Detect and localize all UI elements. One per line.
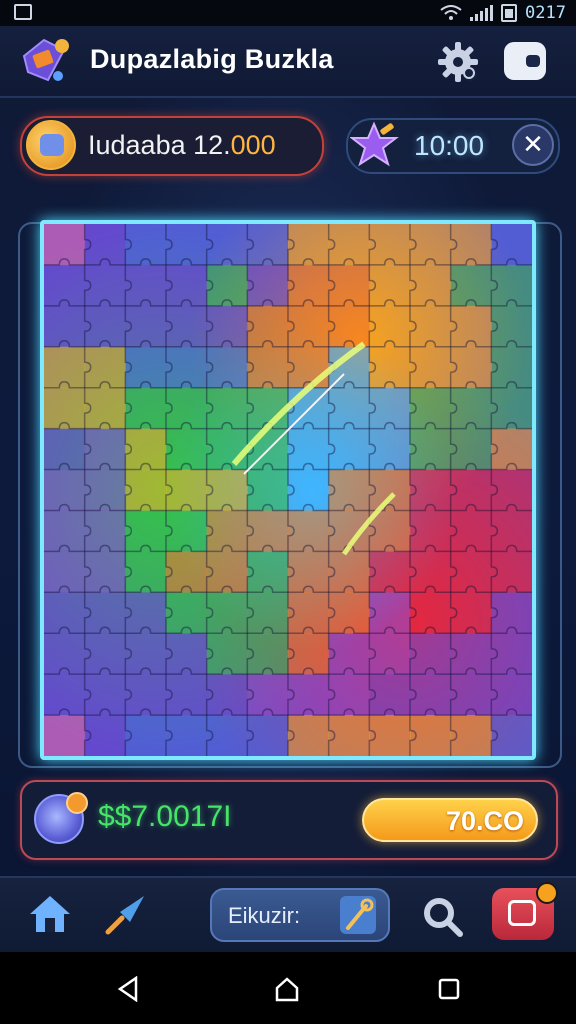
star-icon: [350, 121, 399, 167]
signal-icon: [470, 5, 494, 21]
key-icon: [340, 896, 376, 934]
close-icon[interactable]: ✕: [512, 124, 554, 166]
home-circle-icon[interactable]: [274, 976, 300, 1002]
bottom-nav: Eikuzir:: [0, 876, 576, 954]
app-header: Dupazlabig Buzkla: [0, 26, 576, 98]
notification-badge: [536, 882, 558, 904]
player-score-highlight: 000: [230, 130, 276, 160]
timer-pill: 10:00 ✕: [346, 118, 560, 174]
wallet-bar: $$7.0017I 70.CO: [20, 780, 558, 860]
status-bar: 0217: [0, 0, 576, 26]
puzzle-grid[interactable]: [44, 224, 532, 756]
player-score-label: Iudaaba 12.000: [88, 130, 276, 161]
back-icon[interactable]: [116, 976, 142, 1002]
wallet-icon[interactable]: [504, 42, 546, 80]
wand-icon[interactable]: [104, 892, 148, 936]
puzzle-piece[interactable]: [44, 715, 86, 756]
nav-center-button[interactable]: Eikuzir:: [210, 888, 390, 942]
home-icon[interactable]: [28, 894, 72, 934]
gallery-icon: [14, 4, 32, 20]
page-title: Dupazlabig Buzkla: [90, 44, 334, 74]
recents-icon[interactable]: [436, 976, 462, 1002]
coin-icon: [34, 792, 88, 844]
system-nav-bar: [0, 952, 576, 1024]
nav-center-label: Eikuzir:: [228, 903, 301, 928]
search-gear-icon[interactable]: [420, 894, 464, 938]
shop-icon[interactable]: [492, 882, 558, 940]
balance-value: $$7.0017I: [98, 800, 232, 833]
settings-gear-icon[interactable]: [436, 40, 480, 84]
timer-value: 10:00: [414, 130, 485, 161]
player-score-pill: Iudaaba 12.000: [20, 116, 324, 176]
puzzle-board[interactable]: [40, 220, 536, 760]
battery-icon: [501, 4, 518, 22]
collect-button[interactable]: 70.CO: [362, 798, 538, 842]
player-score-text: Iudaaba 12.: [88, 130, 231, 160]
collect-button-label: 70.CO: [445, 806, 524, 836]
avatar-icon[interactable]: [26, 120, 76, 170]
wifi-icon: [440, 5, 462, 20]
status-time: 0217: [525, 3, 566, 23]
app-logo-icon: [22, 38, 69, 82]
